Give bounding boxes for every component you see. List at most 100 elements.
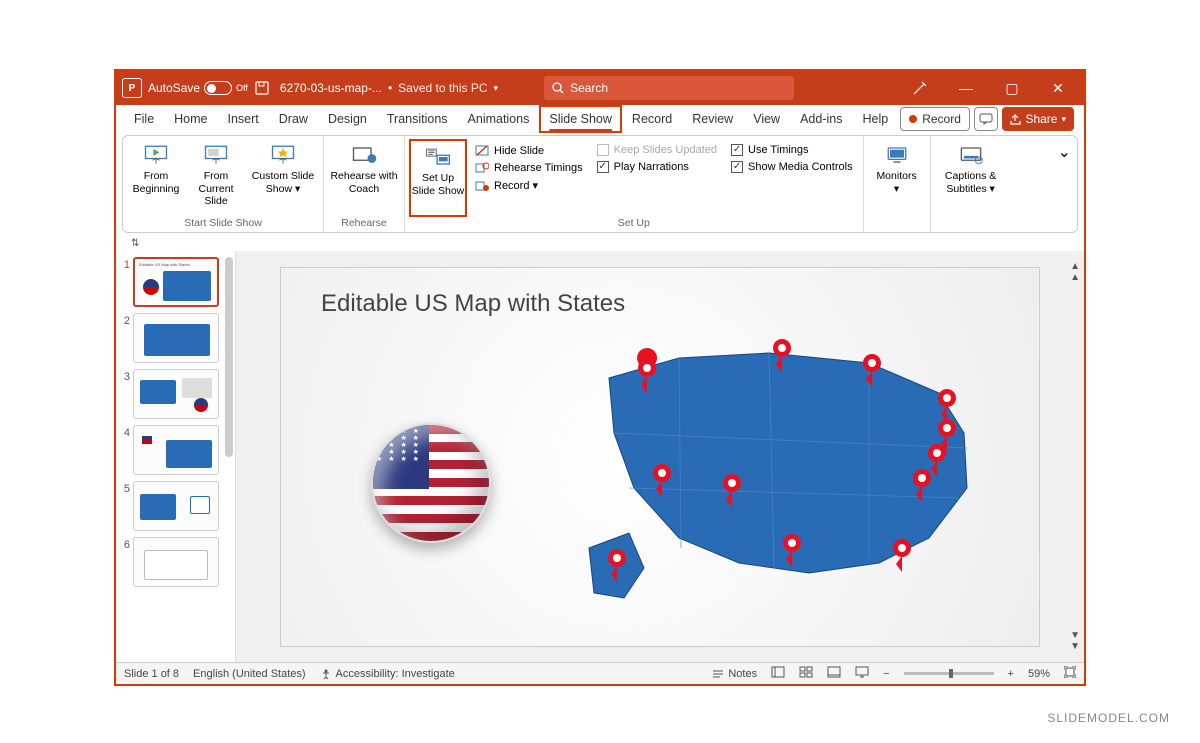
record-drop-button[interactable]: Record ▾ bbox=[475, 179, 583, 192]
from-current-label: From Current Slide bbox=[187, 170, 245, 208]
rehearse-coach-label: Rehearse with Coach bbox=[328, 170, 400, 195]
autosave-state: Off bbox=[236, 83, 248, 93]
view-reading-button[interactable] bbox=[827, 666, 841, 681]
powerpoint-window: P AutoSave Off 6270-03-us-map-... • Save… bbox=[114, 69, 1086, 686]
view-slideshow-button[interactable] bbox=[855, 666, 869, 681]
search-icon bbox=[552, 82, 564, 94]
prev-slide-arrows[interactable]: ▲▲ bbox=[1070, 261, 1080, 283]
rehearse-timings-label: Rehearse Timings bbox=[494, 162, 583, 174]
thumbnail-3[interactable]: 3 bbox=[118, 369, 233, 419]
use-timings-check[interactable]: ✓ Use Timings bbox=[731, 144, 853, 156]
tab-file[interactable]: File bbox=[124, 105, 164, 133]
tab-record[interactable]: Record bbox=[622, 105, 682, 133]
tab-transitions[interactable]: Transitions bbox=[377, 105, 458, 133]
thumbnail-4[interactable]: 4 bbox=[118, 425, 233, 475]
slide-canvas[interactable]: Editable US Map with States ★ ★ ★ ★★ ★ ★… bbox=[280, 267, 1040, 647]
tab-help[interactable]: Help bbox=[852, 105, 898, 133]
group-setup: Set Up Slide Show Hide Slide Rehearse Ti… bbox=[405, 136, 864, 232]
share-icon bbox=[1010, 114, 1021, 125]
record-button[interactable]: Record bbox=[900, 107, 970, 131]
coach-icon bbox=[350, 143, 378, 167]
rehearse-coach-button[interactable]: Rehearse with Coach bbox=[328, 139, 400, 217]
fit-to-window-button[interactable] bbox=[1064, 666, 1076, 681]
tab-design[interactable]: Design bbox=[318, 105, 377, 133]
saved-status[interactable]: Saved to this PC bbox=[398, 81, 487, 95]
view-normal-button[interactable] bbox=[771, 666, 785, 681]
search-input[interactable]: Search bbox=[544, 76, 794, 100]
maximize-button[interactable]: ▢ bbox=[992, 71, 1032, 105]
play-narrations-label: Play Narrations bbox=[614, 161, 689, 173]
presentation-icon bbox=[202, 143, 230, 167]
save-icon[interactable] bbox=[254, 80, 270, 96]
group-monitors: Monitors▾ bbox=[864, 136, 931, 232]
magic-icon[interactable] bbox=[900, 71, 940, 105]
zoom-out-button[interactable]: − bbox=[883, 668, 889, 680]
tab-addins[interactable]: Add-ins bbox=[790, 105, 852, 133]
play-narrations-check[interactable]: ✓ Play Narrations bbox=[597, 161, 717, 173]
group-captions: Captions & Subtitles ▾ bbox=[931, 136, 1011, 232]
thumbnail-2[interactable]: 2 bbox=[118, 313, 233, 363]
record-drop-label: Record ▾ bbox=[494, 179, 538, 192]
rehearse-timings-button[interactable]: Rehearse Timings bbox=[475, 162, 583, 174]
close-button[interactable]: ✕ bbox=[1038, 71, 1078, 105]
notes-icon bbox=[712, 669, 724, 679]
autosave-label: AutoSave bbox=[148, 81, 200, 95]
slide-title-text[interactable]: Editable US Map with States bbox=[321, 290, 625, 318]
tab-slide-show[interactable]: Slide Show bbox=[539, 105, 622, 133]
setup-slideshow-button[interactable]: Set Up Slide Show bbox=[409, 139, 467, 217]
thumbnail-scrollbar[interactable] bbox=[224, 257, 234, 657]
view-sorter-button[interactable] bbox=[799, 666, 813, 681]
monitor-icon bbox=[883, 143, 911, 167]
notes-button[interactable]: Notes bbox=[712, 668, 757, 680]
autosave-toggle[interactable]: AutoSave Off bbox=[148, 81, 248, 95]
tab-home[interactable]: Home bbox=[164, 105, 217, 133]
chevron-down-icon[interactable]: ▾ bbox=[494, 83, 499, 94]
tab-insert[interactable]: Insert bbox=[218, 105, 269, 133]
from-beginning-button[interactable]: From Beginning bbox=[127, 139, 185, 217]
show-media-label: Show Media Controls bbox=[748, 161, 853, 173]
zoom-slider[interactable] bbox=[904, 672, 994, 675]
monitors-button[interactable]: Monitors▾ bbox=[868, 139, 926, 217]
captions-icon bbox=[957, 143, 985, 167]
hide-slide-button[interactable]: Hide Slide bbox=[475, 145, 583, 157]
tab-draw[interactable]: Draw bbox=[269, 105, 318, 133]
qat-bar: ⇅ bbox=[116, 235, 1084, 251]
share-button[interactable]: Share ▾ bbox=[1002, 107, 1074, 131]
comment-icon bbox=[979, 113, 993, 125]
us-flag-icon[interactable]: ★ ★ ★ ★★ ★ ★ ★★ ★ ★ ★★ ★ ★ ★★ ★ ★ ★ bbox=[371, 423, 491, 543]
status-slide-count[interactable]: Slide 1 of 8 bbox=[124, 668, 179, 680]
from-beginning-label: From Beginning bbox=[127, 170, 185, 195]
group-rehearse: Rehearse with Coach Rehearse bbox=[324, 136, 405, 232]
file-name[interactable]: 6270-03-us-map-... bbox=[280, 81, 382, 95]
us-map-shape[interactable] bbox=[569, 338, 999, 618]
thumbnail-1[interactable]: 1 Editable US Map with States bbox=[118, 257, 233, 307]
next-slide-arrows[interactable]: ▼▼ bbox=[1070, 630, 1080, 652]
comments-button[interactable] bbox=[974, 107, 999, 131]
qat-overflow-icon[interactable]: ⇅ bbox=[130, 237, 140, 250]
zoom-value[interactable]: 59% bbox=[1028, 668, 1050, 680]
tab-view[interactable]: View bbox=[743, 105, 790, 133]
zoom-in-button[interactable]: + bbox=[1008, 668, 1014, 680]
status-accessibility[interactable]: Accessibility: Investigate bbox=[320, 668, 455, 680]
thumbnail-6[interactable]: 6 bbox=[118, 537, 233, 587]
ribbon-collapse-button[interactable]: ⌄ bbox=[1052, 136, 1077, 232]
thumbnail-5[interactable]: 5 bbox=[118, 481, 233, 531]
show-media-check[interactable]: ✓ Show Media Controls bbox=[731, 161, 853, 173]
ribbon: From Beginning From Current Slide Custom… bbox=[122, 135, 1078, 233]
slide-editor[interactable]: Editable US Map with States ★ ★ ★ ★★ ★ ★… bbox=[236, 251, 1084, 662]
tab-animations[interactable]: Animations bbox=[458, 105, 540, 133]
checkbox-icon: ✓ bbox=[597, 161, 609, 173]
status-language[interactable]: English (United States) bbox=[193, 668, 306, 680]
powerpoint-logo-icon: P bbox=[122, 78, 142, 98]
tab-review[interactable]: Review bbox=[682, 105, 743, 133]
keep-updated-check: Keep Slides Updated bbox=[597, 144, 717, 156]
from-current-button[interactable]: From Current Slide bbox=[187, 139, 245, 217]
custom-show-button[interactable]: Custom Slide Show ▾ bbox=[247, 139, 319, 217]
setup-icon bbox=[424, 145, 452, 169]
group-label-start: Start Slide Show bbox=[127, 217, 319, 231]
minimize-button[interactable]: — bbox=[946, 71, 986, 105]
captions-button[interactable]: Captions & Subtitles ▾ bbox=[935, 139, 1007, 217]
presentation-play-icon bbox=[142, 143, 170, 167]
group-label-rehearse: Rehearse bbox=[328, 217, 400, 231]
checkbox-icon: ✓ bbox=[731, 144, 743, 156]
